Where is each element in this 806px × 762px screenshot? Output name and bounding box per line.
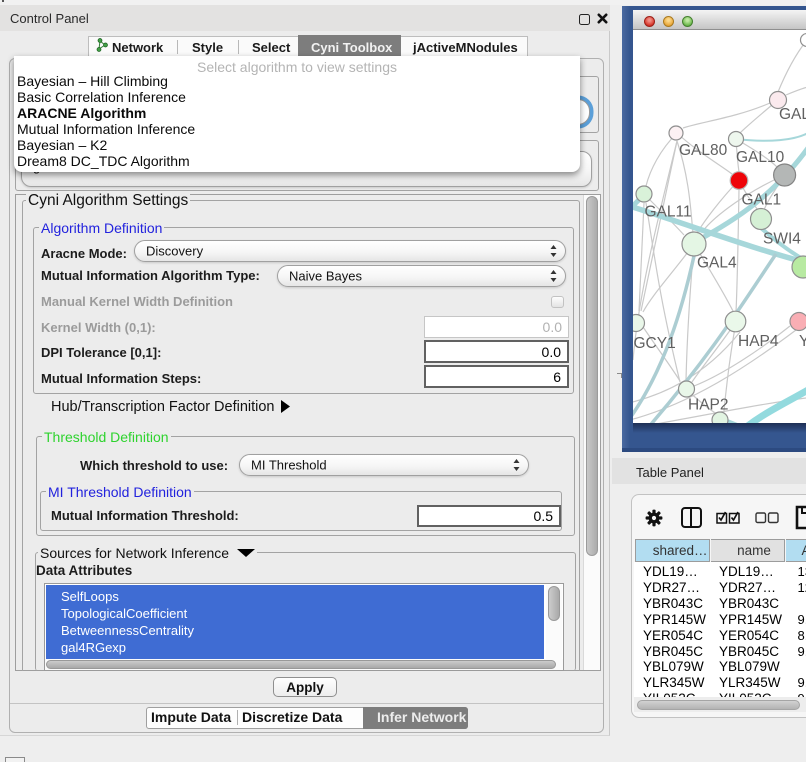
- svg-text:HAP4: HAP4: [738, 333, 779, 350]
- svg-text:GAL7: GAL7: [779, 106, 806, 123]
- svg-text:GAL1: GAL1: [742, 192, 782, 209]
- svg-text:HAP2: HAP2: [688, 397, 729, 414]
- svg-text:SWI4: SWI4: [763, 231, 801, 248]
- svg-text:GAL4: GAL4: [697, 255, 737, 272]
- svg-text:GCY1: GCY1: [634, 335, 676, 352]
- svg-text:GAL11: GAL11: [645, 204, 692, 221]
- svg-text:GAL80: GAL80: [679, 142, 728, 159]
- svg-text:YM: YM: [799, 333, 806, 350]
- svg-text:GAL10: GAL10: [736, 149, 785, 166]
